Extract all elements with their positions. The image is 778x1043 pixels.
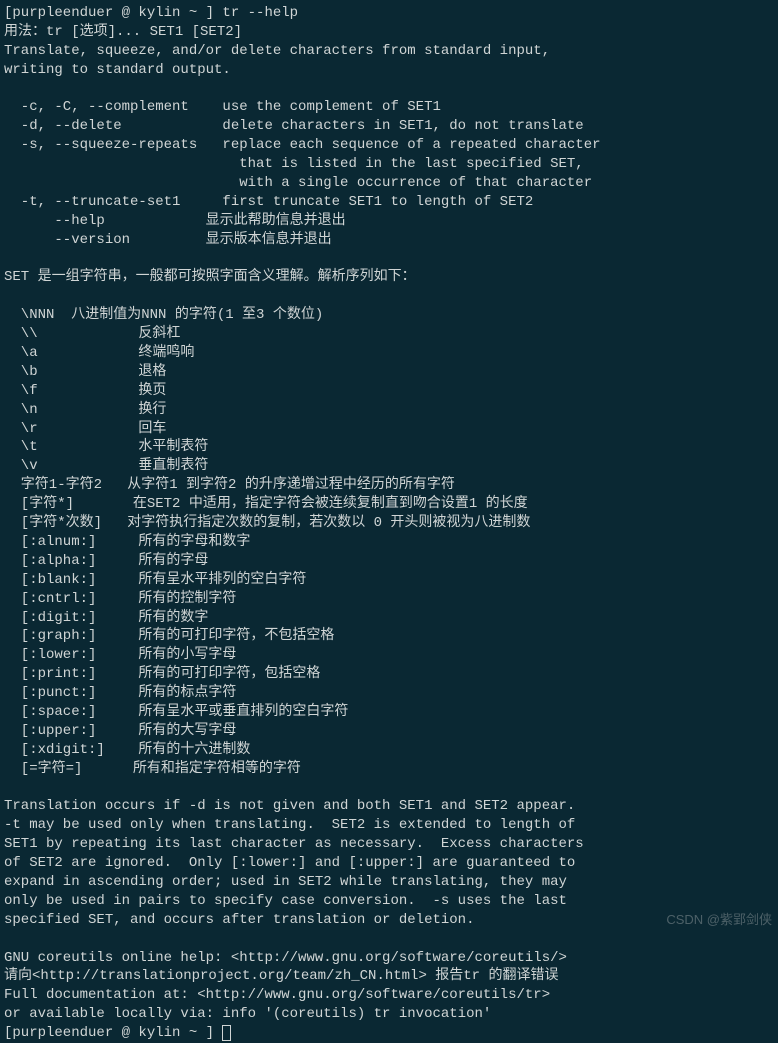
prompt-line-1: [purpleenduer @ kylin ~ ] tr --help xyxy=(4,5,298,21)
watermark: CSDN @紫郢剑侠 xyxy=(666,911,772,929)
terminal-output[interactable]: [purpleenduer @ kylin ~ ] tr --help 用法：t… xyxy=(4,4,774,1043)
output-body: 用法：tr [选项]... SET1 [SET2] Translate, squ… xyxy=(4,24,601,1022)
prompt-line-2: [purpleenduer @ kylin ~ ] xyxy=(4,1025,222,1041)
cursor[interactable] xyxy=(222,1025,231,1041)
